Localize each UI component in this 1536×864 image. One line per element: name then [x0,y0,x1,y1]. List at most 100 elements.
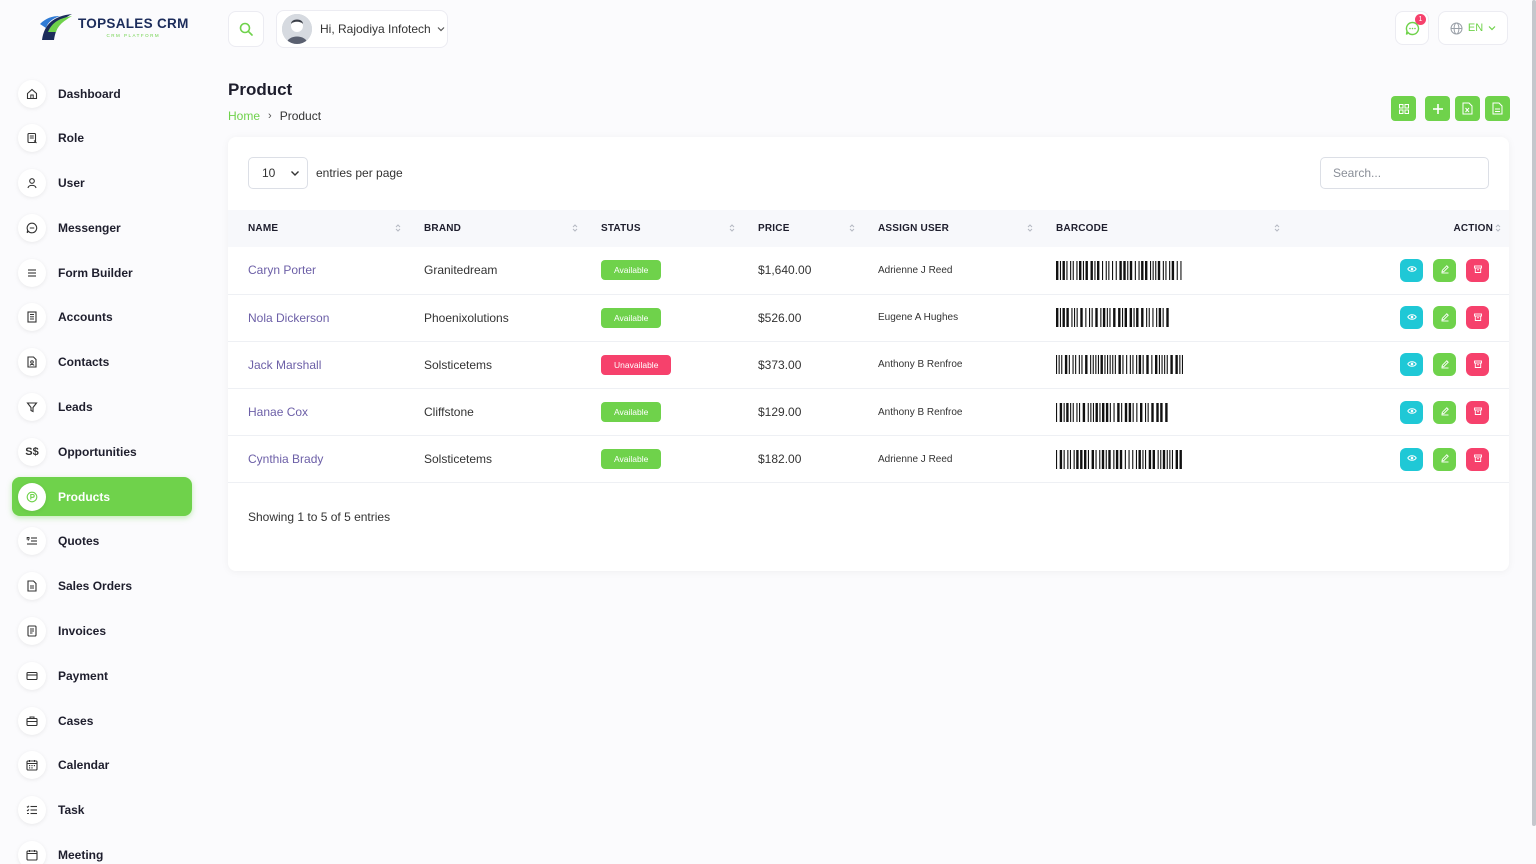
sort-icon [849,223,855,233]
sidebar-item-products[interactable]: Products [12,477,192,517]
column-header-brand[interactable]: BRAND [424,210,601,247]
list-check-icon [18,796,46,825]
role-icon [18,124,46,153]
building-icon [18,303,46,332]
action-cell [1290,294,1509,341]
edit-button[interactable] [1433,400,1456,424]
currency-glyph: S$ [25,445,39,458]
delete-button[interactable] [1466,400,1489,424]
logo-icon [40,14,72,40]
delete-button[interactable] [1466,447,1489,471]
calendar-meeting-icon [18,841,46,864]
column-header-assign-user[interactable]: ASSIGN USER [878,210,1056,247]
user-menu[interactable]: Hi, Rajodiya Infotech [276,10,448,48]
edit-button[interactable] [1433,306,1456,330]
chevron-down-icon [437,27,445,32]
sidebar-item-sales-orders[interactable]: Sales Orders [12,567,192,606]
grid-view-button[interactable] [1391,96,1416,121]
sidebar-item-accounts[interactable]: Accounts [12,298,192,337]
sidebar-item-cases[interactable]: Cases [12,701,192,740]
product-name-link[interactable]: Jack Marshall [228,341,424,388]
view-button[interactable] [1400,258,1423,282]
view-button[interactable] [1400,447,1423,471]
sort-icon [572,223,578,233]
brand-cell: Granitedream [424,263,498,278]
notifications-button[interactable]: 1 [1395,11,1429,45]
sidebar-item-payment[interactable]: Payment [12,656,192,695]
header-search-button[interactable] [228,11,264,47]
view-button[interactable] [1400,353,1423,377]
sidebar-item-opportunities[interactable]: S$ Opportunities [12,432,192,471]
sort-icon [1274,223,1280,233]
sidebar-item-label: Opportunities [58,444,137,459]
quote-icon [18,527,46,556]
delete-button[interactable] [1466,258,1489,282]
sidebar-item-user[interactable]: User [12,164,192,203]
column-header-action[interactable]: ACTION [1290,210,1509,247]
eye-icon [1406,311,1417,325]
edit-button[interactable] [1433,353,1456,377]
sidebar-item-task[interactable]: Task [12,791,192,830]
sidebar-item-leads[interactable]: Leads [12,388,192,427]
sidebar-item-dashboard[interactable]: Dashboard [12,74,192,113]
add-product-button[interactable] [1425,96,1450,121]
per-page-select[interactable]: 10 [248,157,308,189]
sidebar-item-contacts[interactable]: Contacts [12,343,192,382]
sidebar-item-invoices[interactable]: Invoices [12,612,192,651]
column-header-barcode[interactable]: BARCODE [1056,210,1290,247]
sidebar-item-meeting[interactable]: Meeting [12,836,192,864]
avatar [282,14,312,44]
edit-button[interactable] [1433,447,1456,471]
csv-file-icon [1492,102,1503,115]
sidebar-item-role[interactable]: Role [12,119,192,158]
column-header-price[interactable]: PRICE [758,210,878,247]
table-row: Jack Marshall Solsticetems Unavailable $373… [228,341,1509,389]
product-name-link[interactable]: Cynthia Brady [228,436,424,483]
page-title: Product [228,80,293,99]
eye-icon [1406,358,1417,372]
column-header-name[interactable]: NAME [228,210,424,247]
sidebar-item-quotes[interactable]: Quotes [12,522,192,561]
chevron-down-icon [1488,26,1496,31]
page-scrollbar[interactable] [1532,0,1536,826]
sidebar-item-form-builder[interactable]: Form Builder [12,253,192,292]
breadcrumb-current: Product [279,109,322,123]
edit-button[interactable] [1433,258,1456,282]
table-row: Cynthia Brady Solsticetems Available $182.0… [228,436,1509,483]
delete-button[interactable] [1466,306,1489,330]
sidebar-nav: Dashboard Role User Messenger Form Builder Ac… [12,74,192,864]
status-cell: Unavailable [601,341,758,388]
view-button[interactable] [1400,400,1423,424]
barcode-image [1056,260,1290,280]
barcode-cell [1056,389,1290,436]
sidebar-item-label: Quotes [58,534,100,549]
brand-logo[interactable]: TOPSALES CRM CRM PLATFORM [38,10,189,44]
export-csv-button[interactable] [1485,96,1510,121]
barcode-cell [1056,247,1290,294]
table-header-row: NAME BRAND STATUS PRICE ASSIGN USER BARCODE AC… [228,210,1509,247]
view-button[interactable] [1400,306,1423,330]
delete-button[interactable] [1466,353,1489,377]
status-cell: Available [601,247,758,294]
language-selector[interactable]: EN [1438,11,1508,45]
barcode-image [1056,355,1290,375]
product-name-link[interactable]: Hanae Cox [228,389,424,436]
sidebar-item-label: Products [58,489,111,504]
grid-icon [1398,103,1409,114]
table-search-input[interactable] [1320,157,1489,189]
brand-cell: Cliffstone [424,405,474,420]
status-badge: Unavailable [601,354,672,375]
column-header-status[interactable]: STATUS [601,210,758,247]
sort-icon [729,223,735,233]
products-table: NAME BRAND STATUS PRICE ASSIGN USER BARCODE AC… [228,210,1509,483]
sidebar-item-messenger[interactable]: Messenger [12,208,192,247]
product-name-link[interactable]: Nola Dickerson [228,294,424,341]
product-name-link[interactable]: Caryn Porter [228,247,424,294]
export-excel-button[interactable] [1455,96,1480,121]
breadcrumb-home-link[interactable]: Home [228,109,260,123]
edit-icon [1440,358,1450,372]
sort-icon [395,223,401,233]
sidebar-item-calendar[interactable]: Calendar [12,746,192,785]
toolbar [1391,96,1510,121]
sidebar-item-label: Form Builder [58,265,133,280]
